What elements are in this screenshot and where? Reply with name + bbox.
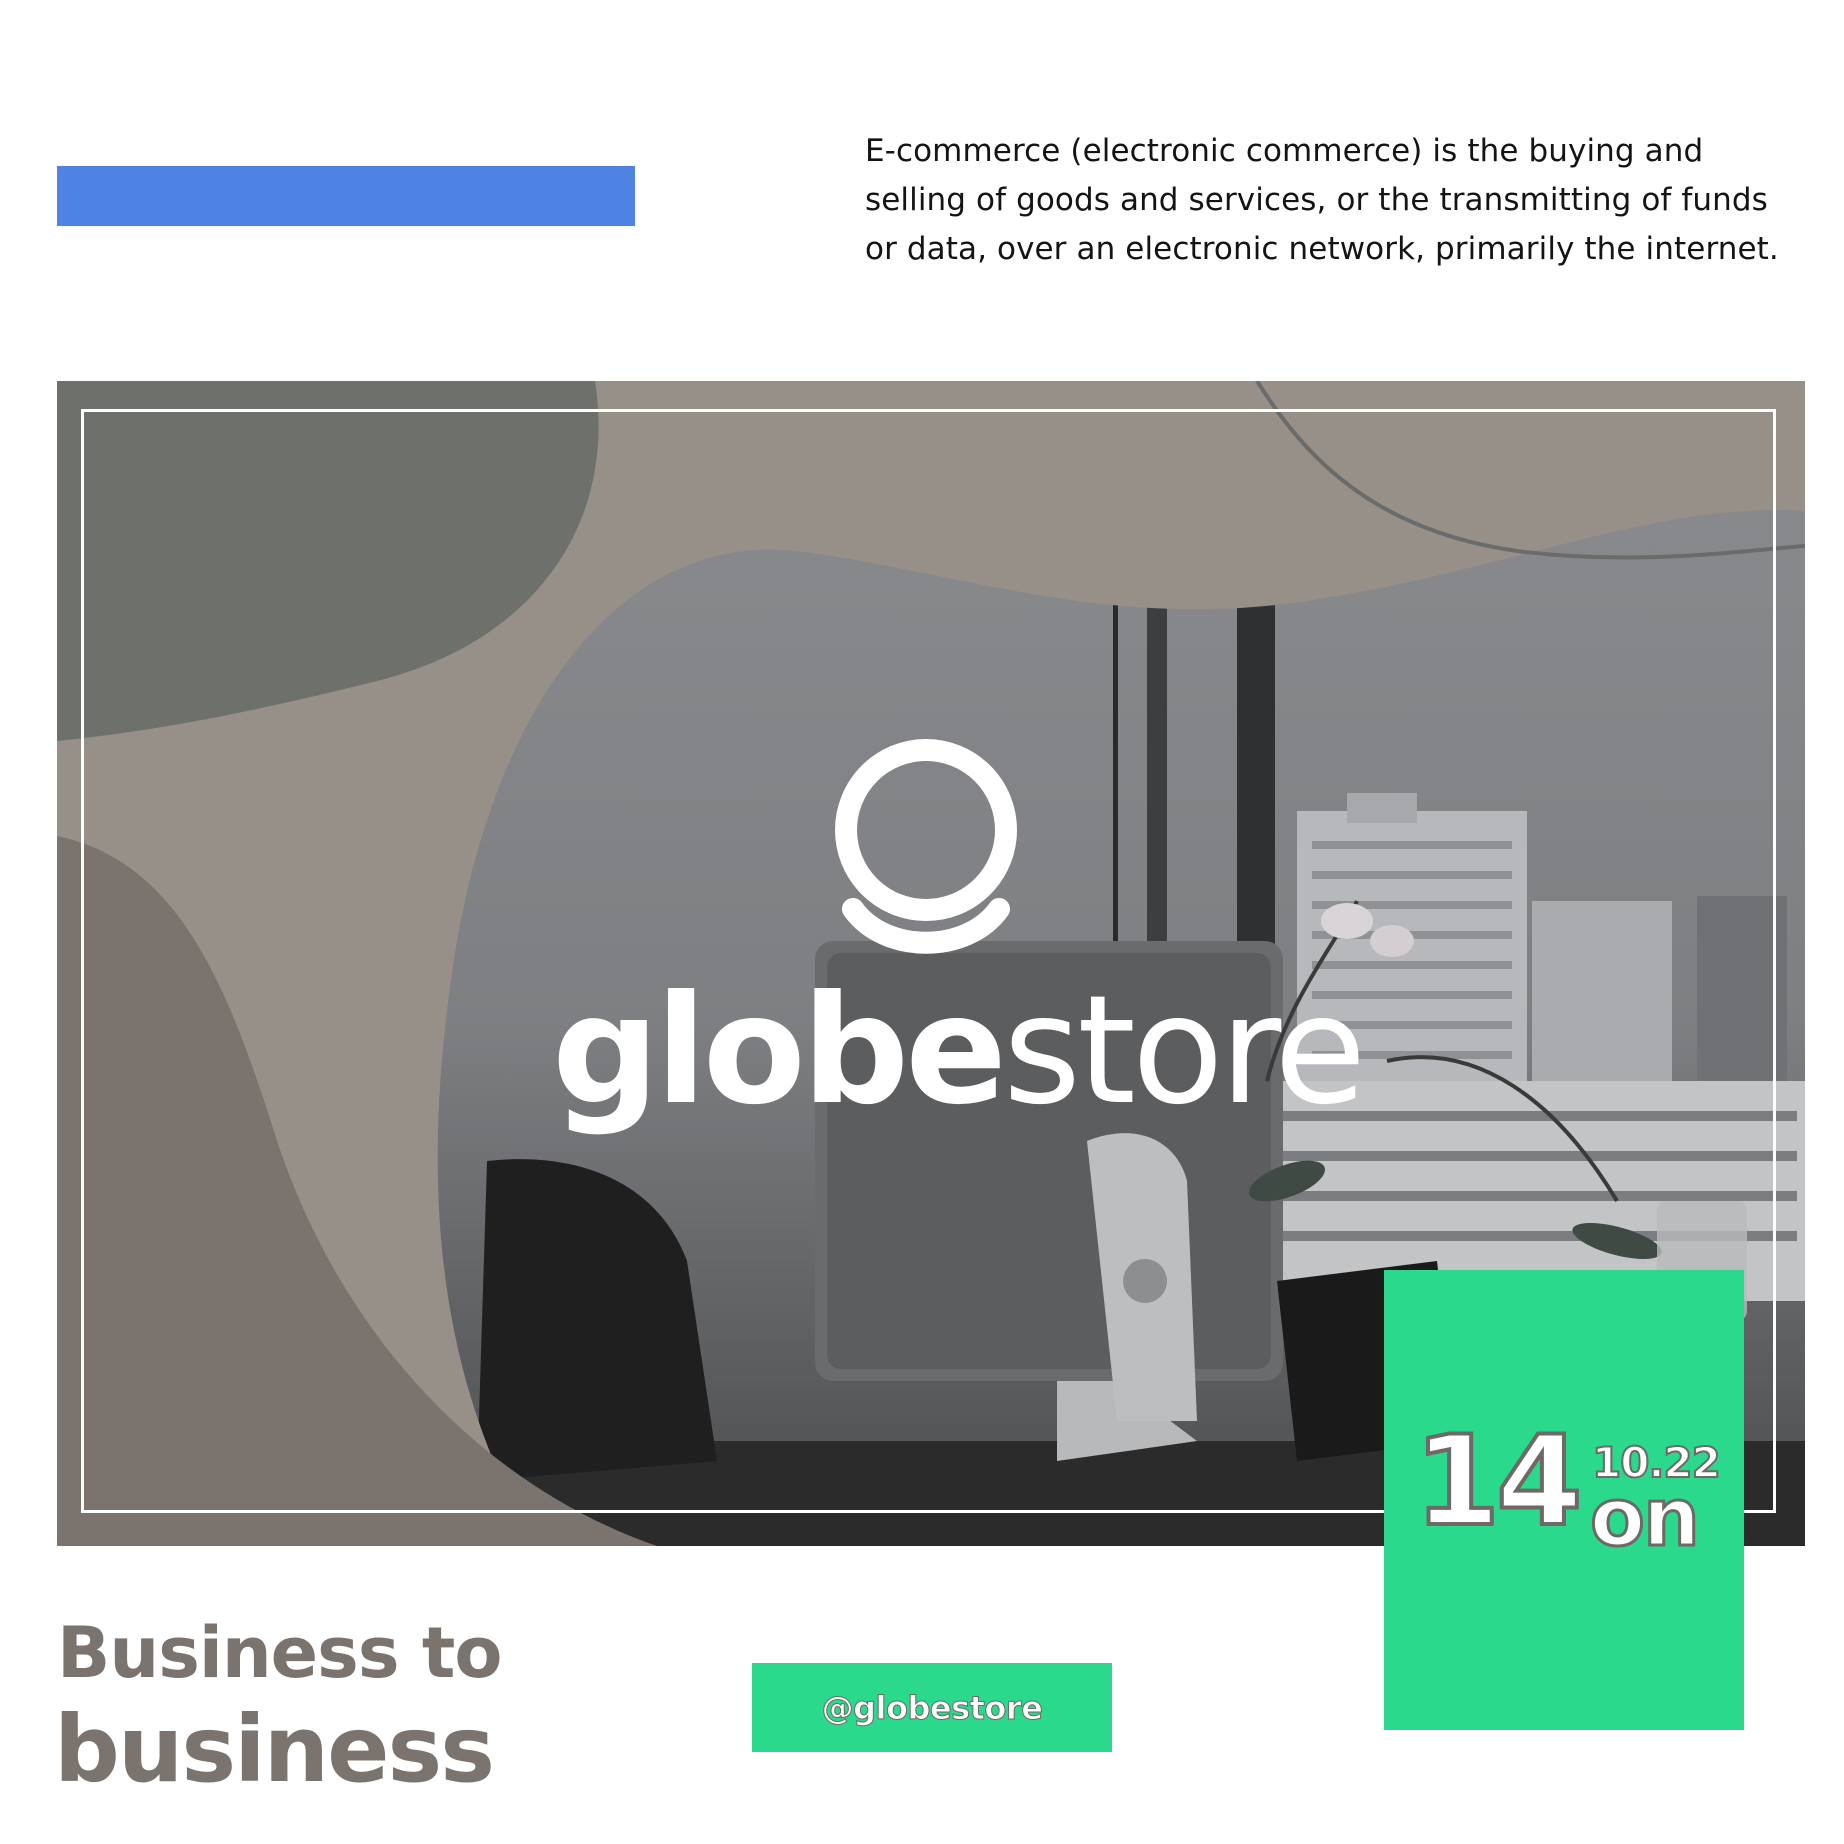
headline-line-2: business	[54, 1696, 495, 1803]
wordmark-bold: globe	[552, 964, 1007, 1138]
date-box: 14 10.22 on	[1384, 1270, 1744, 1730]
social-handle: @globestore	[821, 1688, 1043, 1727]
intro-paragraph: E-commerce (electronic commerce) is the …	[865, 133, 1779, 267]
date-suffix: on	[1589, 1471, 1702, 1564]
blue-accent-bar	[57, 166, 635, 226]
globe-person-icon	[835, 739, 1017, 954]
poster: E-commerce (electronic commerce) is the …	[0, 0, 1844, 1844]
social-handle-badge[interactable]: @globestore	[752, 1663, 1112, 1752]
date-day: 14	[1412, 1410, 1585, 1554]
wordmark-light: store	[1002, 964, 1366, 1138]
headline-line-1: Business to	[57, 1612, 502, 1694]
brand-wordmark: globestore	[552, 961, 1366, 1141]
